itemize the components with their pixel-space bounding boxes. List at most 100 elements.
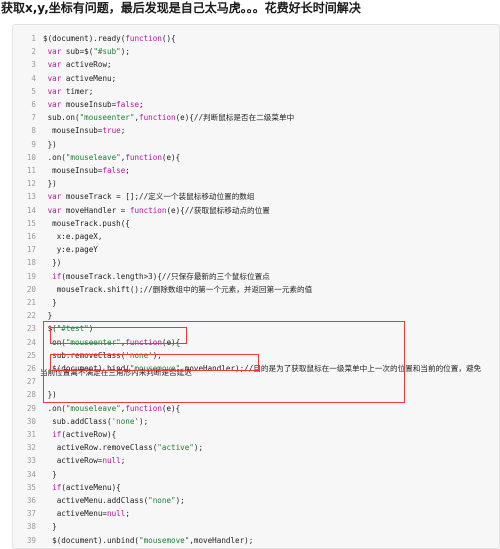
line-text: $("#test") — [43, 324, 94, 334]
line-text: activeMenu.addClass("none"); — [43, 496, 185, 505]
line-number: 25 — [26, 350, 36, 360]
code-line: 11 mouseInsub=false; — [13, 164, 500, 177]
line-text: .on("mouseleave",function(e){ — [43, 403, 181, 413]
code-line: 31 if(activeRow){ — [13, 428, 500, 441]
code-line: 39 $(document).unbind("mousemove",moveHa… — [13, 534, 500, 547]
line-number: 28 — [26, 390, 36, 400]
line-number: 4 — [31, 73, 36, 83]
line-text: x:e.pageX, — [43, 232, 103, 241]
line-text: }) — [43, 258, 62, 268]
code-line: 19 if(mouseTrack.length>3){//只保存最新的三个鼠标位… — [13, 270, 500, 283]
line-text: var activeRow; — [47, 60, 112, 70]
line-number: 12 — [26, 179, 36, 189]
line-number: 18 — [26, 258, 36, 268]
code-line: 3 var activeRow; — [13, 58, 500, 71]
code-line: 36 activeMenu.addClass("none"); — [13, 494, 500, 507]
line-number: 5 — [31, 86, 36, 96]
code-line: 24 on("mouseenter",function(e){ — [13, 336, 500, 349]
line-number: 29 — [26, 403, 36, 413]
line-number: 27 — [26, 377, 36, 387]
line-number: 13 — [26, 192, 36, 202]
line-text: var activeMenu; — [47, 73, 117, 83]
line-number: 31 — [26, 430, 36, 439]
line-text: var moveHandler = function(e){//获取鼠标移动点的… — [47, 205, 270, 215]
line-number: 39 — [26, 535, 36, 545]
line-number: 26 — [26, 364, 36, 373]
line-number: 15 — [26, 218, 36, 228]
line-text: }) — [43, 139, 57, 149]
line-number: 36 — [26, 496, 36, 505]
code-line: 2 var sub=$("#sub"); — [13, 45, 500, 58]
code-line: 17 y:e.pageY — [13, 243, 500, 256]
line-text: $(document).unbind("mousemove",moveHandl… — [43, 535, 254, 545]
code-line: 20 mouseTrack.shift();//删除数组中的第一个元素，并返回第… — [13, 283, 500, 296]
line-number: 38 — [26, 522, 36, 532]
line-number: 6 — [31, 100, 36, 109]
line-text: sub.removeClass('none'); — [43, 350, 162, 360]
code-line: 5 var timer; — [13, 85, 500, 98]
code-line: 12 }) — [13, 177, 500, 190]
code-line: 13 var mouseTrack = [];//定义一个装鼠标移动位置的数组 — [13, 190, 500, 203]
line-text: activeRow.removeClass("active"); — [43, 443, 204, 453]
code-line: 7 sub.on("mouseenter",function(e){//判断鼠标… — [13, 111, 500, 124]
line-text: } — [43, 522, 57, 532]
line-number: 9 — [31, 139, 36, 149]
line-number: 30 — [26, 416, 36, 426]
line-number: 35 — [26, 482, 36, 492]
line-text: $(document).ready(function(){ — [43, 34, 176, 43]
code-line: 22 } — [13, 309, 500, 322]
code-line: 25 sub.removeClass('none'); — [13, 349, 500, 362]
line-text: var mouseInsub=false; — [47, 100, 144, 109]
line-number: 37 — [26, 509, 36, 519]
line-number: 14 — [26, 205, 36, 215]
line-text: mouseTrack.push({ — [43, 218, 130, 228]
line-text: var timer; — [47, 86, 94, 96]
line-number: 34 — [26, 469, 36, 479]
code-line-27-wrap: 当前位置离不满足在三角形内来判断是否延迟 — [40, 368, 192, 377]
line-text: sub.on("mouseenter",function(e){//判断鼠标是否… — [43, 113, 295, 123]
line-number: 20 — [26, 284, 36, 294]
code-line: 28 }) — [13, 388, 500, 401]
line-text: }) — [43, 179, 57, 189]
line-text: activeRow=null; — [43, 456, 126, 466]
code-line: 6 var mouseInsub=false; — [13, 98, 500, 111]
line-number: 21 — [26, 298, 36, 307]
line-number: 23 — [26, 324, 36, 334]
line-number: 19 — [26, 271, 36, 281]
code-line: 14 var moveHandler = function(e){//获取鼠标移… — [13, 204, 500, 217]
line-number: 7 — [31, 113, 36, 123]
line-text: var sub=$("#sub"); — [47, 47, 130, 57]
code-line: 9 }) — [13, 138, 500, 151]
code-line: 29 .on("mouseleave",function(e){ — [13, 402, 500, 415]
line-text: .on("mouseleave",function(e){ — [43, 152, 181, 162]
code-line: 1 $(document).ready(function(){ — [13, 32, 500, 45]
line-number: 24 — [26, 337, 36, 347]
line-text: if(activeMenu){ — [52, 482, 121, 492]
code-line: 30 sub.addClass('none'); — [13, 415, 500, 428]
code-line: 4 var activeMenu; — [13, 72, 500, 85]
line-number: 8 — [31, 126, 36, 136]
code-line: 34 } — [13, 468, 500, 481]
code-line: 23 $("#test") — [13, 322, 500, 335]
line-text: sub.addClass('none'); — [43, 416, 149, 426]
code-line: 37 activeMenu=null; — [13, 507, 500, 520]
line-text: if(mouseTrack.length>3){//只保存最新的三个鼠标位置点 — [52, 271, 270, 281]
line-text: mouseInsub=false; — [43, 166, 130, 175]
line-text: on("mouseenter",function(e){ — [43, 337, 181, 347]
line-text: activeMenu=null; — [43, 509, 130, 519]
line-text: } — [43, 298, 57, 307]
line-text: }) — [43, 390, 57, 400]
code-line: 18 }) — [13, 256, 500, 269]
code-line: 33 activeRow=null; — [13, 454, 500, 467]
article-headline: 获取x,y,坐标有问题，最后发现是自己太马虎。。。花费好长时间解决 — [1, 1, 361, 15]
line-number: 16 — [26, 232, 36, 241]
line-number: 2 — [31, 47, 36, 57]
line-number: 22 — [26, 311, 36, 321]
line-number: 10 — [26, 152, 36, 162]
code-line: 10 .on("mouseleave",function(e){ — [13, 151, 500, 164]
line-number: 3 — [31, 60, 36, 70]
code-line: 21 } — [13, 296, 500, 309]
line-number: 32 — [26, 443, 36, 453]
code-line: 16 x:e.pageX, — [13, 230, 500, 243]
code-line: 38 } — [13, 520, 500, 533]
